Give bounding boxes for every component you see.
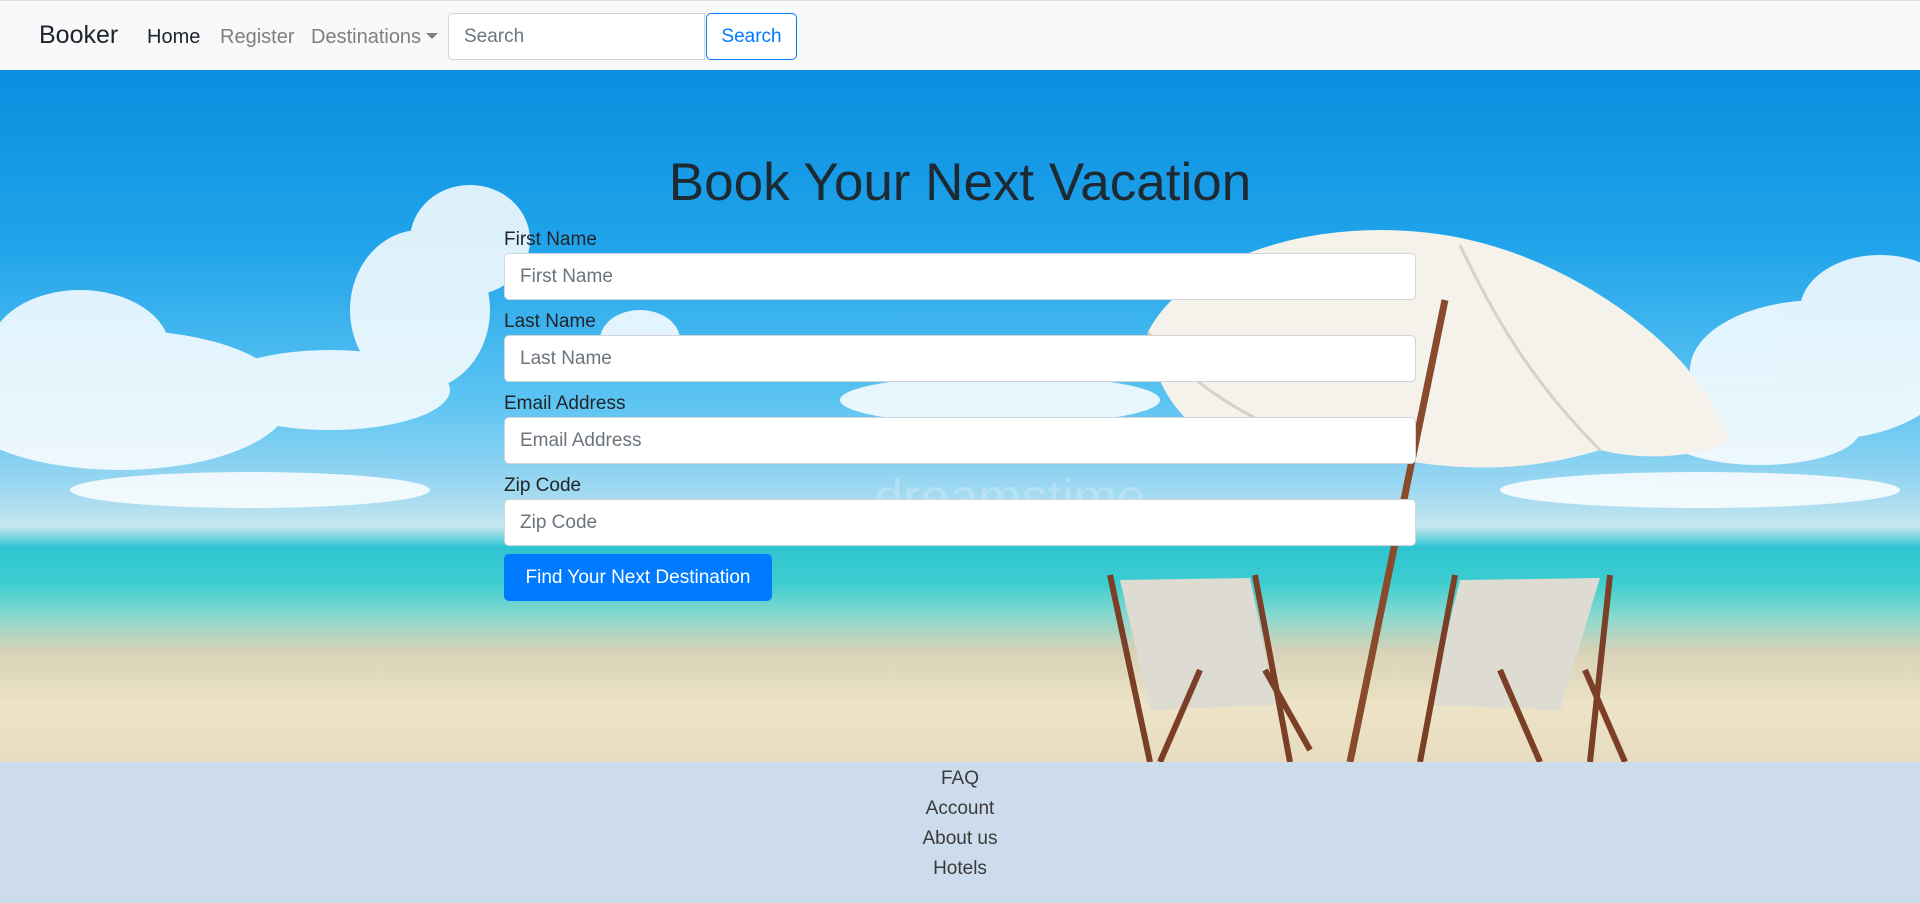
footer-link-account[interactable]: Account — [0, 794, 1920, 824]
last-name-field[interactable] — [504, 335, 1416, 382]
footer-link-faq[interactable]: FAQ — [0, 764, 1920, 794]
booking-form: First Name Last Name Email Address Zip C… — [504, 226, 1416, 601]
footer-links: FAQ Account About us Hotels — [0, 762, 1920, 884]
find-destination-button[interactable]: Find Your Next Destination — [504, 554, 772, 601]
last-name-label: Last Name — [504, 311, 596, 332]
chevron-down-icon — [426, 33, 439, 39]
beach-chair-right — [1417, 574, 1628, 762]
footer: FAQ Account About us Hotels — [0, 762, 1920, 903]
nav-register[interactable]: Register — [220, 26, 294, 49]
nav-destinations-label: Destinations — [311, 26, 422, 48]
search-button[interactable]: Search — [706, 13, 797, 60]
search-input[interactable] — [448, 13, 705, 60]
nav-home[interactable]: Home — [147, 26, 200, 49]
first-name-field[interactable] — [504, 253, 1416, 300]
hero-section: dreamstime Book Your Next Vacation First… — [0, 70, 1920, 762]
navbar: Booker Home Register Destinations Search — [0, 0, 1920, 70]
email-label: Email Address — [504, 393, 626, 414]
nav-destinations-dropdown[interactable]: Destinations — [311, 26, 439, 49]
footer-link-hotels[interactable]: Hotels — [0, 854, 1920, 884]
footer-link-about-us[interactable]: About us — [0, 824, 1920, 854]
zip-code-field[interactable] — [504, 499, 1416, 546]
beach-chair-left — [1107, 574, 1313, 762]
zip-code-label: Zip Code — [504, 475, 582, 496]
first-name-label: First Name — [504, 229, 597, 250]
brand-logo[interactable]: Booker — [39, 21, 118, 50]
email-field[interactable] — [504, 417, 1416, 464]
page-title: Book Your Next Vacation — [668, 153, 1252, 212]
